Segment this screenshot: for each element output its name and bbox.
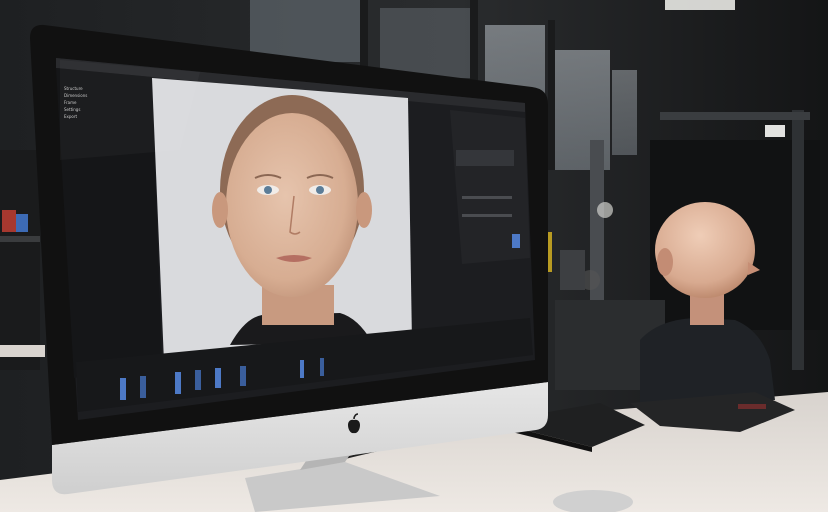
ceiling-light bbox=[665, 0, 735, 10]
photo-scene: Structure Dimensions Frame Settings Expo… bbox=[0, 0, 828, 512]
